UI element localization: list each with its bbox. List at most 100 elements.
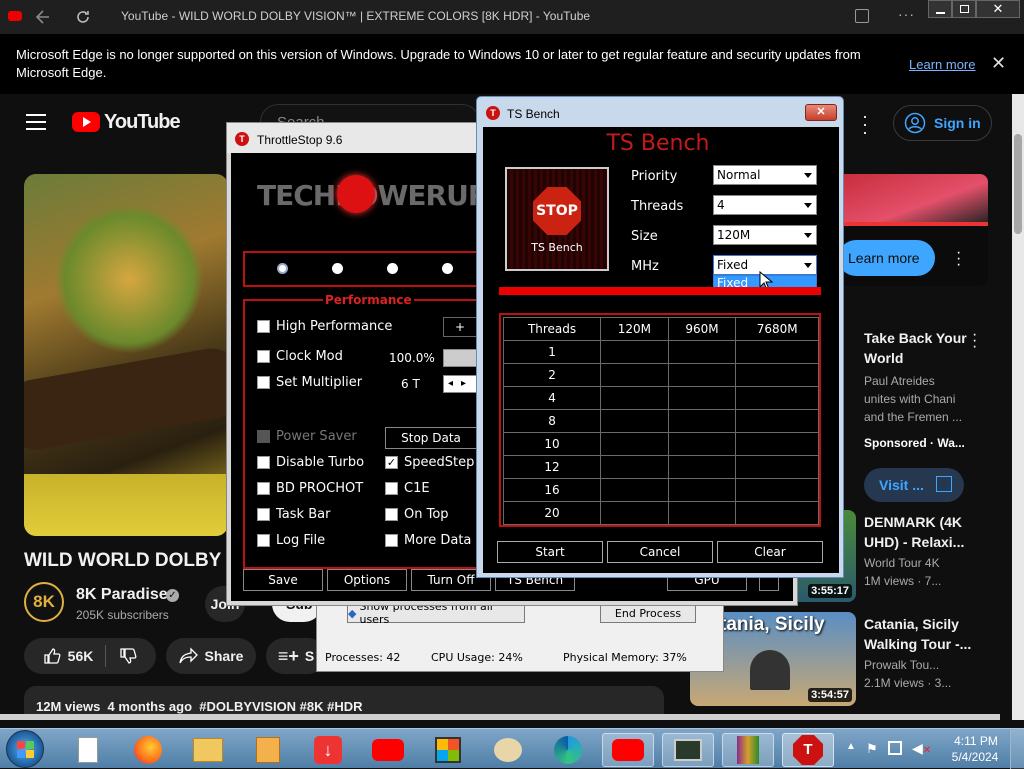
sponsored-line2: unites with Chani	[864, 392, 956, 406]
edge-icon[interactable]	[546, 733, 590, 767]
sidebar-video-title[interactable]: DENMARK (4K UHD) - Relaxi...	[864, 512, 984, 552]
save-button[interactable]: Save	[243, 569, 323, 591]
stop-data-button[interactable]: Stop Data	[385, 427, 477, 449]
clock-mod-checkbox[interactable]: Clock Mod	[257, 349, 343, 364]
account-icon	[904, 112, 926, 134]
back-arrow-icon[interactable]	[34, 8, 52, 26]
disable-turbo-checkbox[interactable]: Disable Turbo	[257, 455, 364, 470]
infobar-learn-more-link[interactable]: Learn more	[909, 56, 975, 74]
more-data-checkbox[interactable]: More Data	[385, 533, 471, 548]
profile-radio-4[interactable]	[442, 263, 453, 274]
show-desktop-button[interactable]	[1010, 729, 1024, 769]
horizontal-scrollbar[interactable]	[0, 714, 1000, 720]
store-icon[interactable]	[426, 733, 470, 767]
channel-avatar[interactable]: 8K	[24, 582, 64, 622]
results-table: Threads 120M 960M 7680M 1 2 4 8 10 12 16…	[502, 317, 819, 525]
table-row: 16	[502, 478, 819, 502]
verified-icon: ✓	[166, 589, 179, 602]
profile-radio-2[interactable]	[332, 263, 343, 274]
close-button[interactable]: ✕	[976, 0, 1020, 18]
log-file-checkbox[interactable]: Log File	[257, 533, 325, 548]
start-button-icon[interactable]	[6, 730, 44, 768]
paint-icon[interactable]	[486, 733, 530, 767]
youtube-taskbar-icon[interactable]	[602, 733, 654, 767]
c1e-checkbox[interactable]: C1E	[385, 481, 430, 496]
size-select[interactable]: 120M	[713, 225, 817, 245]
visit-button[interactable]: Visit ...	[864, 468, 964, 502]
like-dislike-group[interactable]: 56K	[24, 638, 156, 674]
bd-prochot-checkbox[interactable]: BD PROCHOT	[257, 481, 363, 496]
app-view-icon[interactable]	[855, 9, 869, 23]
blank-document-icon[interactable]	[66, 733, 110, 767]
priority-select[interactable]: Normal	[713, 165, 817, 185]
table-row: 1	[502, 340, 819, 364]
youtube-logo-text[interactable]: YouTube	[104, 111, 181, 134]
youtube-logo-icon[interactable]	[72, 112, 100, 132]
task-manager-window: ◆ Show processes from all users End Proce…	[316, 596, 724, 672]
clock-date[interactable]: 5/4/2024	[946, 750, 1004, 764]
tab-title: YouTube - WILD WORLD DOLBY VISION™ | EXT…	[121, 9, 591, 23]
chevron-down-icon	[804, 263, 812, 268]
options-button[interactable]: Options	[327, 569, 407, 591]
table-header: Threads	[502, 317, 602, 341]
tray-network-icon[interactable]	[888, 741, 902, 755]
profile-radio-1[interactable]	[277, 263, 288, 274]
profile-radio-3[interactable]	[387, 263, 398, 274]
speedstep-checkbox[interactable]: ✓ SpeedStep	[385, 455, 474, 470]
hamburger-menu-icon[interactable]	[26, 114, 46, 130]
firefox-icon[interactable]	[126, 733, 170, 767]
thread-count: 16	[502, 478, 602, 502]
throttlestop-taskbar-icon[interactable]: T	[782, 733, 834, 767]
table-row: 8	[502, 409, 819, 433]
power-saver-checkbox[interactable]: Power Saver	[257, 429, 357, 444]
show-all-processes-button[interactable]: ◆ Show processes from all users	[347, 600, 525, 626]
more-options-icon[interactable]: ···	[898, 6, 915, 22]
winrar-icon[interactable]	[722, 733, 774, 767]
sponsored-title[interactable]: Take Back Your World	[864, 328, 974, 368]
channel-name[interactable]: 8K Paradise	[76, 586, 168, 604]
clock-time[interactable]: 4:11 PM	[950, 734, 1002, 748]
status-cpu: CPU Usage: 24%	[431, 651, 523, 664]
tray-volume-icon[interactable]: ◀✕	[912, 740, 931, 757]
high-performance-checkbox[interactable]: High Performance	[257, 319, 392, 334]
tray-flag-icon[interactable]: ⚑	[866, 741, 878, 757]
task-bar-checkbox[interactable]: Task Bar	[257, 507, 330, 522]
threads-label: Threads	[631, 199, 684, 214]
performance-label: Performance	[323, 293, 414, 307]
clear-button[interactable]: Clear	[717, 541, 823, 563]
tsbench-close-button[interactable]: ✕	[805, 104, 837, 121]
download-icon[interactable]: ↓	[306, 733, 350, 767]
share-button[interactable]: Share	[166, 638, 256, 674]
more-vert-icon[interactable]: · · ·	[860, 107, 870, 141]
scrollbar[interactable]	[1012, 94, 1024, 720]
dislike-icon	[120, 648, 137, 664]
refresh-icon[interactable]	[74, 8, 92, 26]
external-link-icon	[936, 476, 952, 492]
sponsored-more-icon[interactable]: · · ·	[972, 327, 977, 355]
task-manager-icon[interactable]	[662, 733, 714, 767]
tray-expand-icon[interactable]: ▲	[846, 741, 856, 752]
set-multiplier-checkbox[interactable]: Set Multiplier	[257, 375, 362, 390]
media-player-icon[interactable]	[246, 733, 290, 767]
multiplier-spinner[interactable]: ◂▸	[443, 375, 477, 393]
plus-button[interactable]: +	[443, 317, 477, 337]
youtube-app-icon[interactable]	[366, 733, 410, 767]
clock-mod-spinner[interactable]	[443, 349, 477, 367]
ad-learn-more-button[interactable]: Learn more	[838, 240, 935, 276]
thread-count: 20	[502, 501, 602, 525]
sign-in-button[interactable]: Sign in	[893, 105, 992, 141]
size-label: Size	[631, 229, 658, 244]
threads-select[interactable]: 4	[713, 195, 817, 215]
minimize-button[interactable]	[928, 0, 952, 18]
sidebar-video-title[interactable]: Catania, Sicily Walking Tour -...	[864, 614, 984, 654]
restore-button[interactable]	[952, 0, 976, 18]
file-explorer-icon[interactable]	[186, 733, 230, 767]
infobar-close-icon[interactable]: ✕	[991, 54, 1006, 72]
ad-more-icon[interactable]: · · ·	[956, 245, 961, 273]
start-button[interactable]: Start	[497, 541, 603, 563]
on-top-checkbox[interactable]: On Top	[385, 507, 449, 522]
video-player[interactable]	[24, 174, 228, 536]
cancel-button[interactable]: Cancel	[607, 541, 713, 563]
tsbench-app-icon: T	[486, 106, 500, 120]
end-process-button[interactable]: End Process	[600, 603, 696, 623]
